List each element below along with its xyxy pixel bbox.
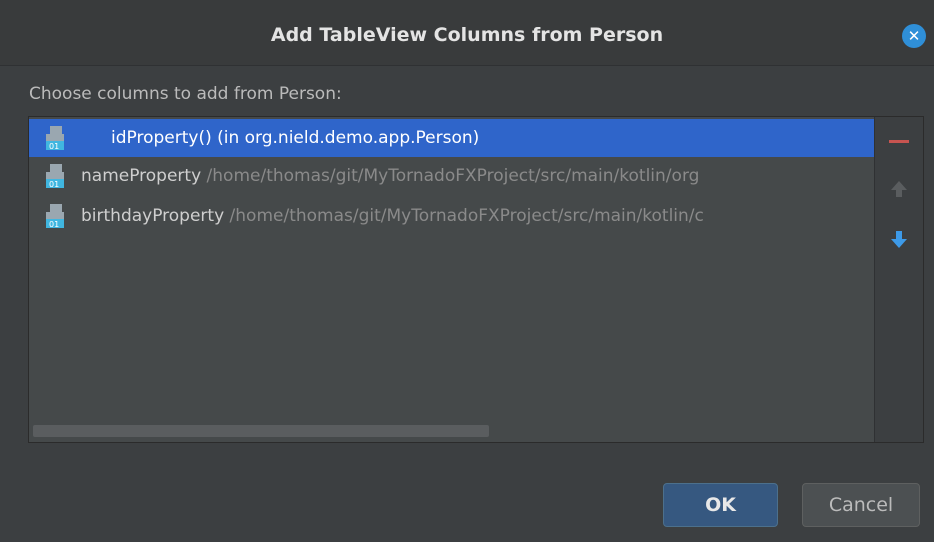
field-property-icon: 01 <box>46 164 64 189</box>
arrow-down-icon[interactable] <box>887 228 911 252</box>
columns-list-panel: 01 idProperty() (in org.nield.demo.app.P… <box>28 116 924 443</box>
field-property-icon: 01 <box>46 126 64 151</box>
list-item-text: birthdayProperty /home/thomas/git/MyTorn… <box>81 197 704 235</box>
list-item-path: /home/thomas/git/MyTornadoFXProject/src/… <box>224 206 704 226</box>
list-item-name: idProperty() (in org.nield.demo.app.Pers… <box>111 128 480 148</box>
list-item-name: nameProperty <box>81 166 202 186</box>
horizontal-scrollbar[interactable] <box>29 422 874 440</box>
list-item[interactable]: 01 birthdayProperty /home/thomas/git/MyT… <box>29 197 874 235</box>
svg-text:01: 01 <box>49 180 59 189</box>
dialog-title: Add TableView Columns from Person <box>270 24 664 46</box>
arrow-up-icon[interactable] <box>887 177 911 201</box>
list-item[interactable]: 01 nameProperty /home/thomas/git/MyTorna… <box>29 157 874 195</box>
ok-button[interactable]: OK <box>663 483 778 527</box>
close-icon[interactable]: ✕ <box>902 24 926 48</box>
svg-text:01: 01 <box>49 220 59 229</box>
list-item-text: nameProperty /home/thomas/git/MyTornadoF… <box>81 157 699 195</box>
list-item-name: birthdayProperty <box>81 206 225 226</box>
list-item[interactable]: 01 idProperty() (in org.nield.demo.app.P… <box>29 119 874 157</box>
svg-text:01: 01 <box>49 142 59 151</box>
cancel-button[interactable]: Cancel <box>802 483 920 527</box>
minus-icon[interactable] <box>887 129 911 153</box>
horizontal-scrollbar-thumb[interactable] <box>33 425 489 437</box>
list-item-path: /home/thomas/git/MyTornadoFXProject/src/… <box>201 166 700 186</box>
field-property-icon: 01 <box>46 204 64 229</box>
columns-list: 01 idProperty() (in org.nield.demo.app.P… <box>29 117 874 442</box>
choose-columns-label: Choose columns to add from Person: <box>29 84 342 104</box>
dialog-titlebar: Add TableView Columns from Person ✕ <box>0 0 934 66</box>
list-side-toolbar <box>874 117 923 442</box>
